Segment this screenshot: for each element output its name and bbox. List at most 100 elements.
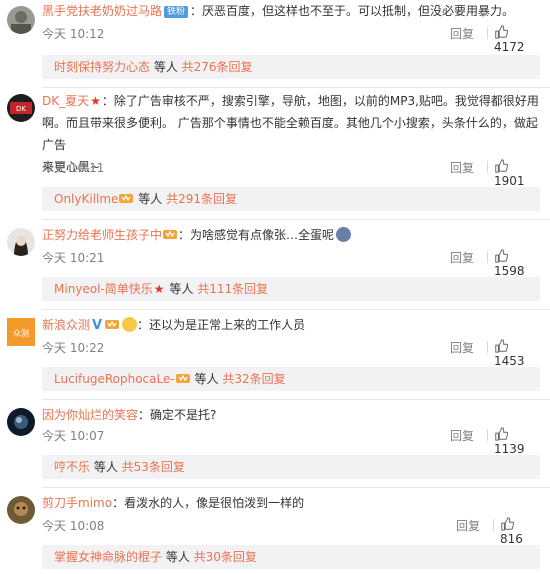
reply-mid: 等人	[162, 550, 194, 564]
like-button[interactable]: 1453	[494, 339, 540, 368]
thumb-up-icon	[495, 25, 509, 39]
like-count: 1139	[494, 442, 525, 456]
comment-text: 剪刀手mimo：看泼水的人，像是很怕泼到一样的	[42, 492, 540, 514]
comment-username[interactable]: 黑手党扶老奶奶过马路	[42, 4, 162, 18]
comment-content: ：看泼水的人，像是很怕泼到一样的	[112, 496, 305, 510]
reply-username[interactable]: 哼不乐	[54, 460, 90, 474]
face-emoji-icon	[336, 227, 352, 242]
like-count: 1901	[494, 174, 525, 188]
reply-username[interactable]: Minyeol-简单快乐	[54, 282, 153, 296]
comment-text: 因为你灿烂的笑容：确定不是托?	[42, 404, 540, 426]
reply-summary[interactable]: 掌握女神命脉的棍子 等人 共30条回复	[42, 545, 540, 569]
reply-username[interactable]: OnlyKillme	[54, 192, 118, 206]
like-count: 816	[500, 532, 523, 546]
like-button[interactable]: 1139	[494, 427, 540, 456]
svg-text:DK: DK	[16, 105, 26, 113]
reply-summary[interactable]: LucifugeRophocaLe- 等人 共32条回复	[42, 367, 540, 391]
reply-count-link[interactable]: 共30条回复	[194, 550, 257, 564]
comment-text: 黑手党扶老奶奶过马路 铁粉 ：厌恶百度，但这样也不至于。可以抵制，但没必要用暴力。	[42, 0, 540, 22]
avatar[interactable]: 众测	[7, 318, 35, 346]
like-count: 4172	[494, 40, 525, 54]
reply-mid: 等人	[90, 460, 122, 474]
like-button[interactable]: 1901	[494, 159, 540, 188]
comment-feed: 黑手党扶老奶奶过马路 铁粉 ：厌恶百度，但这样也不至于。可以抵制，但没必要用暴力。 …	[0, 0, 550, 574]
comment-content: ：为啥感觉有点像张…全蛋呢	[178, 228, 335, 242]
divider	[487, 27, 488, 39]
comment-username[interactable]: 新浪众测	[42, 318, 90, 332]
divider	[487, 251, 488, 263]
reply-summary[interactable]: OnlyKillme 等人 共291条回复	[42, 187, 540, 211]
reply-count-link[interactable]: 共276条回复	[182, 60, 253, 74]
avatar[interactable]: DK	[7, 94, 35, 122]
thumb-up-icon	[495, 249, 509, 263]
comment-meta: 今天 10:21 回复 1598	[42, 249, 540, 278]
reply-summary[interactable]: Minyeol-简单快乐★ 等人 共111条回复	[42, 277, 540, 301]
comment-time: 今天 10:07	[42, 429, 105, 443]
thumb-up-icon	[501, 517, 515, 531]
avatar-label: 众测	[13, 329, 29, 338]
reply-button[interactable]: 回复	[450, 159, 474, 176]
like-button[interactable]: 4172	[494, 25, 540, 54]
comment-time: 今天 10:08	[42, 519, 105, 533]
comment-time: 今天 10:11	[42, 161, 105, 175]
comment-username[interactable]: 剪刀手mimo	[42, 496, 112, 510]
reply-button[interactable]: 回复	[450, 249, 474, 266]
fan-badge[interactable]: 铁粉	[164, 6, 189, 18]
comment-content: ：确定不是托?	[138, 408, 217, 422]
divider	[493, 519, 494, 531]
reply-summary[interactable]: 哼不乐 等人 共53条回复	[42, 455, 540, 479]
divider	[487, 161, 488, 173]
vip-crown-icon	[175, 374, 190, 383]
avatar[interactable]	[7, 228, 35, 256]
reply-button[interactable]: 回复	[456, 517, 480, 534]
comment-meta: 今天 10:08 回复 816	[42, 517, 540, 546]
reply-mid: 等人	[150, 60, 182, 74]
laugh-emoji-icon	[122, 317, 138, 332]
comment-time: 今天 10:22	[42, 341, 105, 355]
like-button[interactable]: 816	[500, 517, 540, 546]
comment-meta: 今天 10:22 回复 1453	[42, 339, 540, 368]
comment-time: 今天 10:21	[42, 251, 105, 265]
reply-username[interactable]: 时刻保持努力心态	[54, 60, 150, 74]
reply-button[interactable]: 回复	[450, 25, 474, 42]
comment-meta: 今天 10:11 回复 1901	[42, 159, 540, 188]
reply-count-link[interactable]: 共291条回复	[166, 192, 237, 206]
divider	[42, 309, 550, 310]
reply-username[interactable]: LucifugeRophocaLe-	[54, 372, 175, 386]
like-button[interactable]: 1598	[494, 249, 540, 278]
like-count: 1598	[494, 264, 525, 278]
comment-username[interactable]: 因为你灿烂的笑容	[42, 408, 138, 422]
avatar[interactable]	[7, 408, 35, 436]
comment-text: 正努力给老师生孩子中 ：为啥感觉有点像张…全蛋呢	[42, 224, 540, 246]
reply-mid: 等人	[134, 192, 167, 206]
divider	[42, 399, 550, 400]
reply-summary[interactable]: 时刻保持努力心态 等人 共276条回复	[42, 55, 540, 79]
reply-count-link[interactable]: 共32条回复	[222, 372, 285, 386]
vip-crown-icon	[105, 320, 120, 329]
divider	[487, 429, 488, 441]
reply-mid: 等人	[190, 372, 223, 386]
red-star-icon: ★	[153, 282, 165, 296]
red-star-icon: ★	[90, 94, 101, 108]
reply-count-link[interactable]: 共53条回复	[122, 460, 185, 474]
avatar[interactable]	[7, 6, 35, 34]
comment-meta: 今天 10:07 回复 1139	[42, 427, 540, 456]
divider	[42, 219, 550, 220]
comment-content: ：还以为是正常上来的工作人员	[137, 318, 306, 332]
like-count: 1453	[494, 354, 525, 368]
vip-crown-icon	[119, 194, 134, 203]
reply-button[interactable]: 回复	[450, 339, 474, 356]
reply-username[interactable]: 掌握女神命脉的棍子	[54, 550, 162, 564]
reply-mid: 等人	[165, 282, 198, 296]
vip-crown-icon	[163, 230, 178, 239]
reply-button[interactable]: 回复	[450, 427, 474, 444]
comment-username[interactable]: 正努力给老师生孩子中	[42, 228, 162, 242]
avatar[interactable]	[7, 496, 35, 524]
thumb-up-icon	[495, 427, 509, 441]
thumb-up-icon	[495, 339, 509, 353]
v-verified-icon: V	[92, 318, 103, 333]
reply-count-link[interactable]: 共111条回复	[197, 282, 268, 296]
comment-meta: 今天 10:12 回复 4172	[42, 25, 540, 54]
comment-time: 今天 10:12	[42, 27, 105, 41]
comment-username[interactable]: DK_夏天	[42, 94, 89, 108]
